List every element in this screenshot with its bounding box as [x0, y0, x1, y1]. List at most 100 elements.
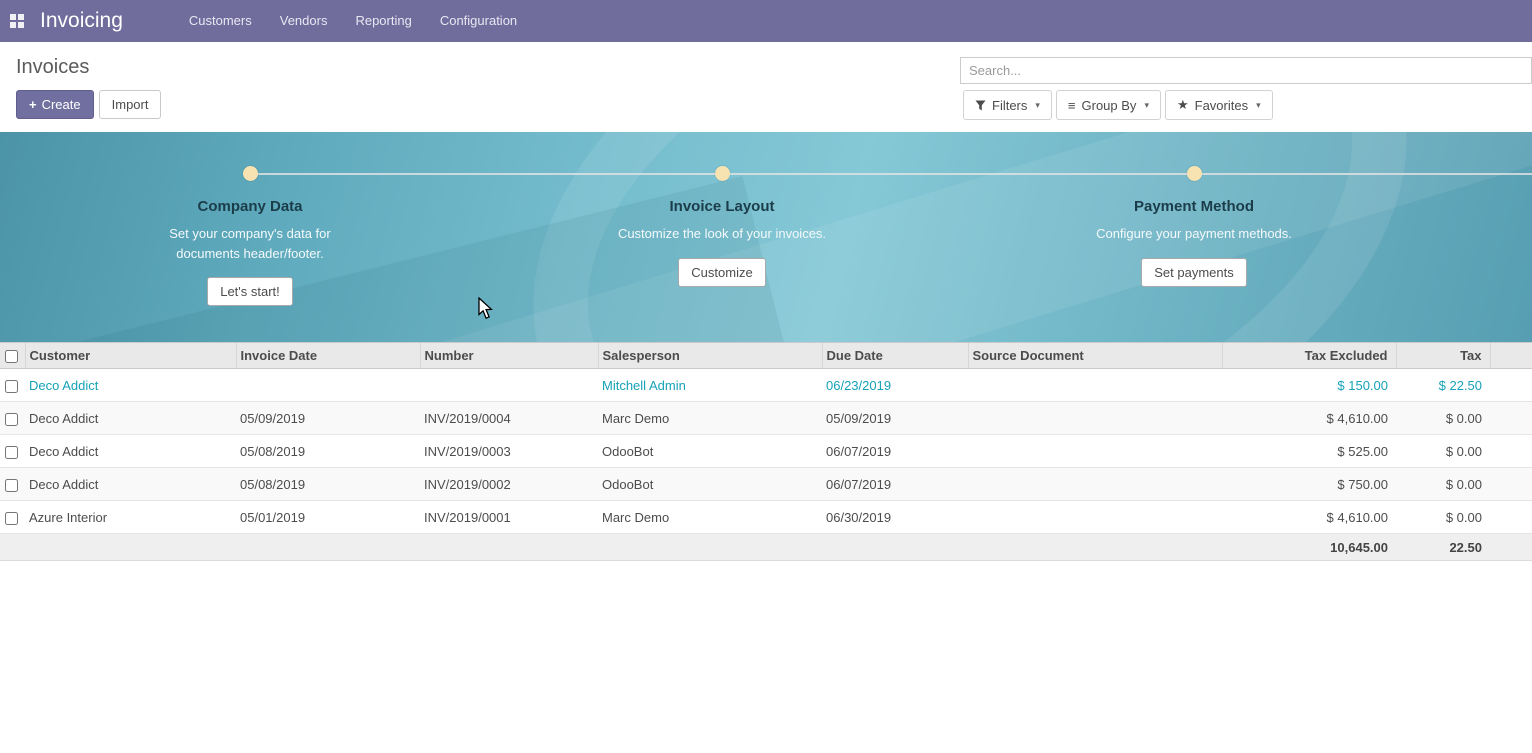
cell-tax-excluded: $ 150.00: [1222, 369, 1396, 402]
apps-grid-square: [10, 22, 16, 28]
step-dot-icon: [243, 166, 258, 181]
column-header-source-document[interactable]: Source Document: [968, 343, 1222, 369]
onboarding-banner: Company Data Set your company's data for…: [0, 132, 1532, 342]
column-header-due-date[interactable]: Due Date: [822, 343, 968, 369]
column-header-spacer: [1490, 343, 1532, 369]
cell-salesperson: Mitchell Admin: [598, 369, 822, 402]
step-title: Company Data: [197, 198, 302, 215]
cell-invoice-date: 05/08/2019: [236, 435, 420, 468]
menu-customers[interactable]: Customers: [175, 0, 266, 42]
row-checkbox-cell: [0, 468, 25, 501]
step-description: Set your company's data for documents he…: [140, 224, 360, 263]
step-dot-icon: [1187, 166, 1202, 181]
row-checkbox-cell: [0, 369, 25, 402]
cell-salesperson: Marc Demo: [598, 402, 822, 435]
row-checkbox-cell: [0, 435, 25, 468]
cell-salesperson: OdooBot: [598, 435, 822, 468]
step-title: Invoice Layout: [669, 198, 774, 215]
lets-start-button[interactable]: Let's start!: [207, 277, 293, 306]
cell-due-date: 06/07/2019: [822, 468, 968, 501]
chevron-down-icon: ▾: [1144, 100, 1149, 111]
row-checkbox[interactable]: [5, 413, 18, 426]
row-checkbox[interactable]: [5, 512, 18, 525]
cell-salesperson: OdooBot: [598, 468, 822, 501]
cell-customer: Azure Interior: [25, 501, 236, 534]
cell-source-document: [968, 369, 1222, 402]
cell-due-date: 05/09/2019: [822, 402, 968, 435]
row-checkbox[interactable]: [5, 446, 18, 459]
table-row[interactable]: Deco Addict 05/09/2019 INV/2019/0004 Mar…: [0, 402, 1532, 435]
set-payments-button[interactable]: Set payments: [1141, 258, 1247, 287]
menu-vendors[interactable]: Vendors: [266, 0, 342, 42]
filters-button-label: Filters: [992, 98, 1027, 113]
cell-number: INV/2019/0003: [420, 435, 598, 468]
cell-spacer: [1490, 402, 1532, 435]
cell-customer: Deco Addict: [25, 435, 236, 468]
cell-tax: $ 0.00: [1396, 435, 1490, 468]
cell-spacer: [1490, 534, 1532, 561]
plus-icon: +: [29, 97, 37, 112]
table-row[interactable]: Deco Addict 05/08/2019 INV/2019/0002 Odo…: [0, 468, 1532, 501]
table-totals-row: 10,645.00 22.50: [0, 534, 1532, 561]
onboarding-step-company-data: Company Data Set your company's data for…: [100, 166, 400, 306]
main-menu: Customers Vendors Reporting Configuratio…: [175, 0, 531, 42]
cell-number: [420, 369, 598, 402]
table-row[interactable]: Azure Interior 05/01/2019 INV/2019/0001 …: [0, 501, 1532, 534]
step-description: Customize the look of your invoices.: [618, 224, 826, 244]
column-header-invoice-date[interactable]: Invoice Date: [236, 343, 420, 369]
apps-grid-square: [18, 14, 24, 20]
table-row[interactable]: Deco Addict Mitchell Admin 06/23/2019 $ …: [0, 369, 1532, 402]
favorites-button-label: Favorites: [1195, 98, 1248, 113]
row-checkbox[interactable]: [5, 479, 18, 492]
cell-spacer: [1490, 501, 1532, 534]
menu-reporting[interactable]: Reporting: [341, 0, 425, 42]
cell-due-date: 06/07/2019: [822, 435, 968, 468]
cell-number: INV/2019/0004: [420, 402, 598, 435]
column-header-customer[interactable]: Customer: [25, 343, 236, 369]
customize-button[interactable]: Customize: [678, 258, 765, 287]
totals-empty-cell: [0, 534, 1222, 561]
cell-customer: Deco Addict: [25, 468, 236, 501]
cell-source-document: [968, 501, 1222, 534]
column-header-tax[interactable]: Tax: [1396, 343, 1490, 369]
column-header-tax-excluded[interactable]: Tax Excluded: [1222, 343, 1396, 369]
invoice-list-table: Customer Invoice Date Number Salesperson…: [0, 342, 1532, 561]
onboarding-step-invoice-layout: Invoice Layout Customize the look of you…: [572, 166, 872, 287]
select-all-checkbox[interactable]: [5, 350, 18, 363]
group-by-button-label: Group By: [1082, 98, 1137, 113]
cell-tax-excluded: $ 525.00: [1222, 435, 1396, 468]
column-header-number[interactable]: Number: [420, 343, 598, 369]
app-title[interactable]: Invoicing: [40, 9, 123, 33]
step-description: Configure your payment methods.: [1096, 224, 1292, 244]
cell-tax: $ 0.00: [1396, 402, 1490, 435]
total-tax: 22.50: [1396, 534, 1490, 561]
row-checkbox-cell: [0, 501, 25, 534]
step-title: Payment Method: [1134, 198, 1254, 215]
cell-number: INV/2019/0002: [420, 468, 598, 501]
cell-spacer: [1490, 435, 1532, 468]
create-button[interactable]: +Create: [16, 90, 94, 119]
cell-due-date: 06/23/2019: [822, 369, 968, 402]
row-checkbox[interactable]: [5, 380, 18, 393]
column-header-salesperson[interactable]: Salesperson: [598, 343, 822, 369]
star-icon: ★: [1177, 97, 1189, 113]
group-by-button[interactable]: ≡ Group By ▾: [1056, 90, 1161, 120]
cell-customer: Deco Addict: [25, 402, 236, 435]
cell-number: INV/2019/0001: [420, 501, 598, 534]
import-button[interactable]: Import: [99, 90, 162, 119]
filter-icon: [975, 100, 986, 111]
cell-customer: Deco Addict: [25, 369, 236, 402]
apps-grid-icon[interactable]: [10, 14, 24, 28]
table-row[interactable]: Deco Addict 05/08/2019 INV/2019/0003 Odo…: [0, 435, 1532, 468]
favorites-button[interactable]: ★ Favorites ▾: [1165, 90, 1273, 120]
step-dot-icon: [715, 166, 730, 181]
cell-tax: $ 0.00: [1396, 468, 1490, 501]
group-by-icon: ≡: [1068, 98, 1076, 113]
cell-invoice-date: 05/09/2019: [236, 402, 420, 435]
cell-tax-excluded: $ 4,610.00: [1222, 402, 1396, 435]
filters-button[interactable]: Filters ▾: [963, 90, 1052, 120]
chevron-down-icon: ▾: [1035, 100, 1040, 111]
menu-configuration[interactable]: Configuration: [426, 0, 531, 42]
search-input[interactable]: [960, 57, 1532, 84]
cell-spacer: [1490, 369, 1532, 402]
